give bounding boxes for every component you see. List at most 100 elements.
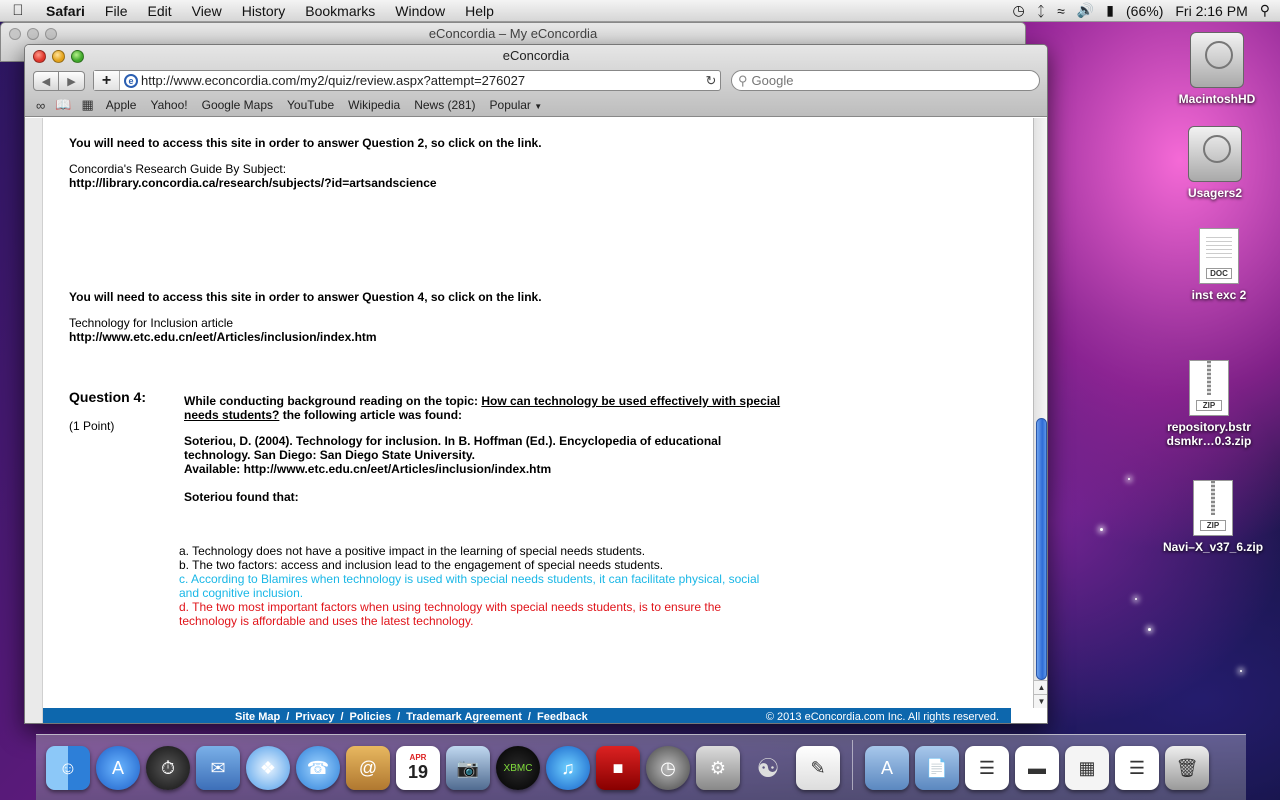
desktop-icon-label: Navi–X_v37_6.zip xyxy=(1162,540,1264,554)
top-sites-icon[interactable]: ▦ xyxy=(76,97,98,113)
bookmark-apple[interactable]: Apple xyxy=(99,98,144,112)
mail-icon[interactable]: ✉ xyxy=(196,746,240,790)
battery-icon[interactable]: ▮ xyxy=(1106,2,1114,19)
trash-icon[interactable]: 🗑 xyxy=(1165,746,1209,790)
system-preferences-icon[interactable]: ⚙ xyxy=(696,746,740,790)
doc-badge: DOC xyxy=(1206,268,1232,279)
question-prompt: Soteriou found that: xyxy=(184,490,299,504)
menu-app-name[interactable]: Safari xyxy=(36,3,95,19)
desktop-icon-inst-exc-2[interactable]: DOC inst exc 2 xyxy=(1164,228,1274,302)
clock[interactable]: Fri 2:16 PM xyxy=(1175,3,1247,19)
window-title: eConcordia xyxy=(502,48,570,63)
menu-history[interactable]: History xyxy=(232,3,296,19)
bookmark-yahoo[interactable]: Yahoo! xyxy=(143,98,194,112)
forward-button[interactable]: ▶ xyxy=(59,71,85,91)
minimize-icon[interactable] xyxy=(27,28,39,40)
citation-line: Soteriou, D. (2004). Technology for incl… xyxy=(184,434,722,448)
photo-booth-icon[interactable]: ■ xyxy=(596,746,640,790)
menu-edit[interactable]: Edit xyxy=(137,3,181,19)
downloads-stack-icon[interactable]: ▬ xyxy=(1015,746,1059,790)
q4-link[interactable]: http://www.etc.edu.cn/eet/Articles/inclu… xyxy=(69,330,377,344)
bluetooth-icon[interactable]: ᛨ xyxy=(1037,3,1045,19)
reading-list-icon[interactable]: ∞ xyxy=(31,98,50,113)
file-stack-icon[interactable]: ☰ xyxy=(1115,746,1159,790)
dashboard-icon[interactable]: ⏱ xyxy=(146,746,190,790)
star xyxy=(1240,670,1242,672)
volume-icon[interactable]: 🔊 xyxy=(1077,2,1094,19)
iphoto-icon[interactable]: 📷 xyxy=(446,746,490,790)
option-c: c. According to Blamires when technology… xyxy=(179,572,759,600)
time-machine-icon[interactable]: ◷ xyxy=(1013,2,1025,19)
show-bookmarks-icon[interactable]: 📖 xyxy=(50,97,76,113)
textedit-icon[interactable]: ✎ xyxy=(796,746,840,790)
desktop-icon-repository-zip[interactable]: ZIP repository.bstr dsmkr…0.3.zip xyxy=(1154,360,1264,448)
safari-icon[interactable]: ❖ xyxy=(246,746,290,790)
address-bar[interactable]: + e http://www.econcordia.com/my2/quiz/r… xyxy=(93,70,721,91)
scroll-down-icon[interactable]: ▼ xyxy=(1034,694,1047,708)
footer-link-privacy[interactable]: Privacy xyxy=(295,711,334,723)
battery-percent[interactable]: (66%) xyxy=(1126,3,1163,19)
scrollbar-thumb[interactable] xyxy=(1036,418,1047,680)
background-window-title: eConcordia – My eConcordia xyxy=(428,26,598,41)
bookmark-popular[interactable]: Popular ▼ xyxy=(483,98,550,112)
apple-menu-icon[interactable]:  xyxy=(0,2,36,19)
zipper-graphic xyxy=(1211,481,1215,515)
footer-link-feedback[interactable]: Feedback xyxy=(537,711,588,723)
option-d: d. The two most important factors when u… xyxy=(179,600,759,628)
bookmarks-bar: ∞ 📖 ▦ Apple Yahoo! Google Maps YouTube W… xyxy=(31,96,549,114)
bookmark-google-maps[interactable]: Google Maps xyxy=(195,98,280,112)
option-c-line: c. According to Blamires when technology… xyxy=(179,572,760,586)
menu-help[interactable]: Help xyxy=(455,3,504,19)
ical-icon[interactable]: APR 19 xyxy=(396,746,440,790)
footer-link-site-map[interactable]: Site Map xyxy=(235,711,280,723)
close-icon[interactable] xyxy=(9,28,21,40)
bookmark-news[interactable]: News (281) xyxy=(407,98,482,112)
site-favicon-icon: e xyxy=(124,73,138,88)
xbmc-label: XBMC xyxy=(503,762,533,774)
footer-link-policies[interactable]: Policies xyxy=(350,711,392,723)
scroll-up-icon[interactable]: ▲ xyxy=(1034,680,1047,694)
desktop-icon-navi-x-zip[interactable]: ZIP Navi–X_v37_6.zip xyxy=(1158,480,1268,554)
bookmark-youtube[interactable]: YouTube xyxy=(280,98,341,112)
address-book-icon[interactable]: @ xyxy=(346,746,390,790)
footer-copyright: © 2013 eConcordia.com Inc. All rights re… xyxy=(765,710,999,723)
zoom-icon[interactable] xyxy=(45,28,57,40)
citation-line: Available: http://www.etc.edu.cn/eet/Art… xyxy=(184,462,552,476)
wifi-icon[interactable]: ≈ xyxy=(1057,3,1065,19)
facetime-icon[interactable]: ☎ xyxy=(296,746,340,790)
search-input[interactable] xyxy=(751,73,1012,88)
menu-window[interactable]: Window xyxy=(385,3,455,19)
menu-bookmarks[interactable]: Bookmarks xyxy=(295,3,385,19)
time-machine-icon[interactable]: ◷ xyxy=(646,746,690,790)
desktop-icon-label: MacintoshHD xyxy=(1178,92,1256,106)
app-store-icon[interactable]: A xyxy=(96,746,140,790)
spotlight-icon[interactable]: ⚲ xyxy=(1260,2,1270,19)
menu-file[interactable]: File xyxy=(95,3,138,19)
q2-link[interactable]: http://library.concordia.ca/research/sub… xyxy=(69,176,437,190)
footer-link-trademark[interactable]: Trademark Agreement xyxy=(406,711,522,723)
option-a: a. Technology does not have a positive i… xyxy=(179,544,646,558)
itunes-icon[interactable]: ♫ xyxy=(546,746,590,790)
screenshot-stack-icon[interactable]: ▦ xyxy=(1065,746,1109,790)
finder-icon[interactable]: ☺ xyxy=(46,746,90,790)
applications-folder-icon[interactable]: A xyxy=(865,746,909,790)
menu-view[interactable]: View xyxy=(182,3,232,19)
vertical-scrollbar[interactable]: ▲ ▼ xyxy=(1033,118,1047,708)
xbmc-icon[interactable]: XBMC xyxy=(496,746,540,790)
url-text[interactable]: http://www.econcordia.com/my2/quiz/revie… xyxy=(141,73,702,88)
page-left-margin xyxy=(25,118,43,723)
documents-folder-icon[interactable]: 📄 xyxy=(915,746,959,790)
back-button[interactable]: ◀ xyxy=(33,71,59,91)
bookmark-wikipedia[interactable]: Wikipedia xyxy=(341,98,407,112)
directory-utility-icon[interactable]: ☯ xyxy=(746,746,790,790)
desktop-icon-macintosh-hd[interactable]: MacintoshHD xyxy=(1162,32,1272,106)
search-field[interactable]: ⚲ xyxy=(731,70,1040,91)
add-bookmark-button[interactable]: + xyxy=(94,71,120,90)
page-footer: Site Map / Privacy / Policies / Trademar… xyxy=(43,708,1011,723)
q2-instruction: You will need to access this site in ord… xyxy=(69,136,542,150)
desktop-icon-usagers2[interactable]: Usagers2 xyxy=(1160,126,1270,200)
reload-icon[interactable]: ↻ xyxy=(702,73,720,89)
document-stack-icon[interactable]: ☰ xyxy=(965,746,1009,790)
zip-badge: ZIP xyxy=(1196,400,1222,411)
answer-options: a. Technology does not have a positive i… xyxy=(179,544,759,628)
